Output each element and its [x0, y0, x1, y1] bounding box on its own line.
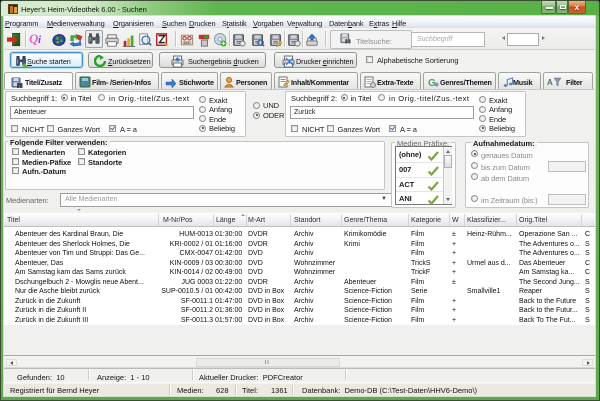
svg-text:123: 123: [183, 41, 189, 45]
svg-text:G: G: [428, 78, 436, 88]
svg-text:i: i: [38, 34, 42, 46]
svg-text:A: A: [547, 78, 553, 87]
